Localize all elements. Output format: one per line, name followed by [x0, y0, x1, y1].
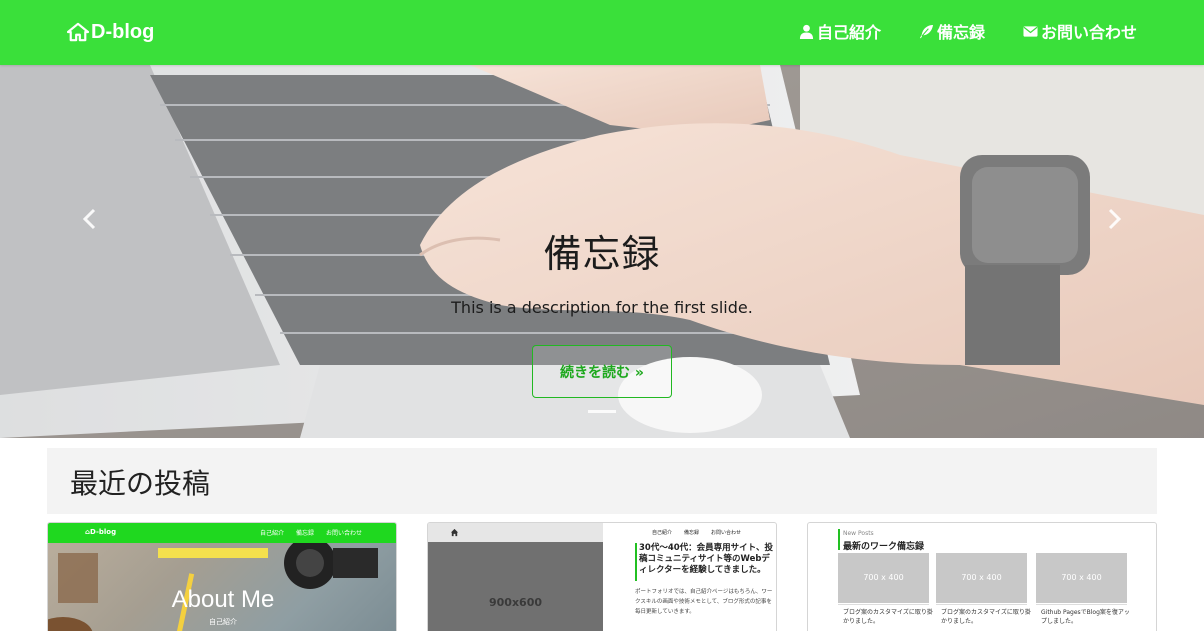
thumb-tile: 700 x 400	[936, 553, 1027, 603]
carousel-indicator[interactable]	[588, 410, 616, 413]
thumb-title: About Me	[171, 586, 275, 613]
top-navbar: D-blog 自己紹介 備忘録 お問い合わせ	[0, 0, 1204, 65]
section-title: 最近の投稿	[70, 467, 211, 500]
nav-item-label: 自己紹介	[816, 23, 881, 42]
post-card-new-posts[interactable]: New Posts 最新のワーク備忘録 700 x 400 700 x 400 …	[807, 522, 1157, 631]
placeholder-label: 900x600	[488, 596, 543, 609]
thumb-subtitle: 自己紹介	[209, 618, 237, 626]
placeholder-label: 700 x 400	[1061, 573, 1102, 582]
brand-label: D-blog	[91, 20, 155, 43]
read-more-button[interactable]: 続きを読む »	[532, 345, 672, 398]
feather-icon	[919, 24, 934, 38]
thumb-nav-link: お問い合わせ	[325, 530, 362, 537]
brand-link[interactable]: D-blog	[67, 19, 154, 45]
hero-carousel: 備忘録 This is a description for the first …	[0, 65, 1204, 438]
thumb-tile: 700 x 400	[838, 553, 929, 603]
nav-links: 自己紹介 備忘録 お問い合わせ	[799, 18, 1137, 44]
placeholder-label: 700 x 400	[863, 573, 904, 582]
thumb-navbar: ⌂D-blog 自己紹介 備忘録 お問い合わせ	[48, 523, 396, 543]
thumb-nav-links: 自己紹介 備忘録 お問い合わせ	[260, 528, 362, 537]
hero-caption: 備忘録 This is a description for the first …	[0, 223, 1204, 317]
hero-description: This is a description for the first slid…	[451, 298, 753, 317]
carousel-indicators	[0, 410, 1204, 413]
thumb-placeholder-image: 900x600	[428, 542, 603, 631]
thumb-nav-link: 備忘録	[295, 530, 314, 537]
heading-accent-bar	[635, 543, 637, 581]
nav-item-memo[interactable]: 備忘録	[919, 18, 985, 44]
thumb-tile: 700 x 400	[1036, 553, 1127, 603]
tile-caption: Github PagesでBlog案を復アップしました。	[1041, 609, 1130, 625]
user-icon	[799, 24, 814, 39]
divider	[1036, 604, 1127, 605]
envelope-icon	[1023, 25, 1038, 37]
tile-caption: ブログ案のカスタマイズに取り掛かりました。	[941, 609, 1031, 625]
heading-accent-bar	[838, 529, 840, 550]
thumb-nav-link: 自己紹介	[259, 530, 284, 537]
hero-title: 備忘録	[543, 232, 661, 276]
divider	[936, 604, 1027, 605]
tile-caption: ブログ案のカスタマイズに取り掛かりました。	[843, 609, 933, 625]
home-icon	[450, 528, 459, 537]
nav-item-profile[interactable]: 自己紹介	[799, 18, 881, 44]
divider	[838, 604, 929, 605]
thumb-nav-link: 備忘録	[684, 530, 700, 536]
post-card-portfolio[interactable]: 900x600 自己紹介 備忘録 お問い合わせ 30代～40代：会員専用サイト、…	[427, 522, 777, 631]
thumb-nav-link: 自己紹介	[652, 530, 673, 536]
placeholder-label: 700 x 400	[961, 573, 1002, 582]
thumb-nav-links: 自己紹介 備忘録 お問い合わせ	[652, 529, 741, 536]
thumb-brand: ⌂D-blog	[85, 528, 117, 536]
home-icon	[67, 22, 89, 42]
thumb-heading: 30代～40代：会員専用サイト、投稿コミュニティサイト等のWebディレクターを経…	[639, 543, 773, 575]
nav-item-contact[interactable]: お問い合わせ	[1023, 18, 1137, 44]
nav-item-label: お問い合わせ	[1040, 23, 1137, 42]
thumb-body-text: ポートフォリオでは、自己紹介ページはもちろん、ワークスキルの画面や技術メモとして…	[635, 589, 773, 615]
recent-posts-header: 最近の投稿	[47, 448, 1157, 514]
thumb-nav-link: お問い合わせ	[711, 530, 742, 536]
nav-item-label: 備忘録	[936, 23, 985, 42]
thumb-topbar	[428, 523, 603, 542]
post-card-about[interactable]: ⌂D-blog 自己紹介 備忘録 お問い合わせ About Me 自己紹介	[47, 522, 397, 631]
thumb-heading: 最新のワーク備忘録	[843, 542, 925, 552]
thumb-small-label: New Posts	[843, 530, 874, 537]
